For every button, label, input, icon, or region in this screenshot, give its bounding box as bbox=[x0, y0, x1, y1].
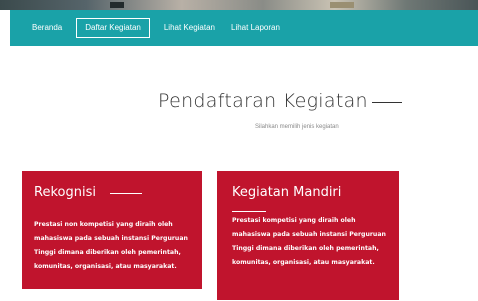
card-description-line: Tinggi dimana diberikan oleh pemerintah, bbox=[232, 245, 379, 252]
hero-image-detail bbox=[110, 2, 124, 8]
nav-item-lihat-laporan[interactable]: Lihat Laporan bbox=[223, 18, 288, 38]
nav-item-beranda[interactable]: Beranda bbox=[24, 18, 70, 38]
card-rekognisi[interactable]: Rekognisi Prestasi non kompetisi yang di… bbox=[22, 171, 202, 289]
main-navbar: Beranda Daftar Kegiatan Lihat Kegiatan L… bbox=[10, 10, 478, 46]
card-divider bbox=[110, 193, 142, 194]
card-description: Prestasi non kompetisi yang diraih oleh … bbox=[34, 218, 199, 274]
card-description-line: komunitas, organisasi, atau masyarakat. bbox=[232, 259, 375, 266]
hero-image-detail bbox=[330, 2, 354, 8]
page-subtitle: Silahkan memilih jenis kegiatan bbox=[255, 124, 339, 130]
card-description-line: mahasiswa pada sebuah instansi Perguruan bbox=[232, 231, 386, 238]
card-description-line: Prestasi non kompetisi yang diraih oleh bbox=[34, 221, 173, 228]
card-description-line: komunitas, organisasi, atau masyarakat. bbox=[34, 263, 177, 270]
card-title: Kegiatan Mandiri bbox=[232, 185, 342, 200]
page-title: Pendaftaran Kegiatan bbox=[158, 90, 368, 112]
hero-image-strip bbox=[0, 0, 478, 10]
card-description-line: Prestasi kompetisi yang diraih oleh bbox=[232, 217, 356, 224]
nav-item-daftar-kegiatan[interactable]: Daftar Kegiatan bbox=[76, 18, 150, 38]
page-heading: Pendaftaran Kegiatan bbox=[158, 90, 402, 112]
title-divider bbox=[371, 102, 402, 103]
nav-item-lihat-kegiatan[interactable]: Lihat Kegiatan bbox=[156, 18, 223, 38]
card-kegiatan-mandiri[interactable]: Kegiatan Mandiri Prestasi kompetisi yang… bbox=[217, 171, 399, 300]
card-description-line: mahasiswa pada sebuah instansi Perguruan bbox=[34, 235, 188, 242]
card-title: Rekognisi bbox=[34, 185, 96, 200]
card-divider bbox=[232, 211, 266, 212]
page: Beranda Daftar Kegiatan Lihat Kegiatan L… bbox=[0, 0, 478, 301]
card-description-line: Tinggi dimana diberikan oleh pemerintah, bbox=[34, 249, 181, 256]
card-description: Prestasi kompetisi yang diraih oleh maha… bbox=[232, 214, 397, 270]
